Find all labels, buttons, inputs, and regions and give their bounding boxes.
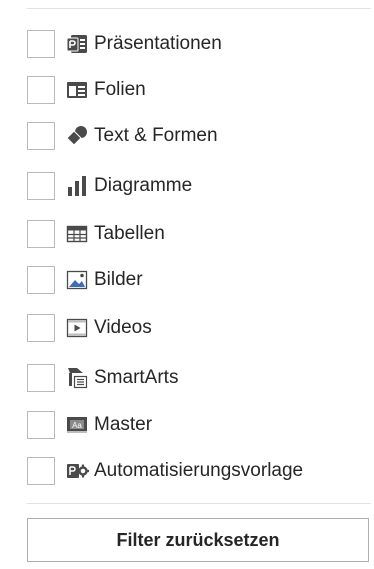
master-checkbox[interactable] bbox=[27, 411, 55, 439]
master-label: Master bbox=[94, 414, 153, 435]
filter-item-charts[interactable]: Diagramme bbox=[27, 171, 192, 201]
tables-label: Tabellen bbox=[94, 223, 165, 244]
filter-item-pictures[interactable]: Bilder bbox=[27, 265, 143, 295]
bottom-divider bbox=[27, 503, 371, 504]
presentations-label: Präsentationen bbox=[94, 33, 222, 54]
pictures-label: Bilder bbox=[94, 269, 143, 290]
filter-item-master[interactable]: Aa Master bbox=[27, 410, 152, 440]
automation-template-label: Automatisierungsvorlage bbox=[94, 460, 304, 481]
svg-text:Aa: Aa bbox=[72, 421, 82, 430]
charts-label: Diagramme bbox=[94, 175, 193, 196]
filter-item-smartarts[interactable]: SmartArts bbox=[27, 363, 178, 393]
reset-filter-button[interactable]: Filter zurücksetzen bbox=[27, 518, 369, 562]
filter-item-presentations[interactable]: Präsentationen bbox=[27, 29, 222, 59]
smartart-icon bbox=[65, 366, 89, 390]
tables-checkbox[interactable] bbox=[27, 220, 55, 248]
smartarts-label: SmartArts bbox=[94, 367, 179, 388]
top-divider bbox=[27, 8, 371, 9]
video-icon bbox=[65, 316, 89, 340]
filter-item-text-shapes[interactable]: Text & Formen bbox=[27, 121, 218, 151]
table-icon bbox=[65, 222, 89, 246]
filter-item-slides[interactable]: Folien bbox=[27, 75, 146, 105]
master-icon: Aa bbox=[65, 413, 89, 437]
filter-item-automation-template[interactable]: Automatisierungsvorlage bbox=[27, 456, 303, 486]
charts-checkbox[interactable] bbox=[27, 172, 55, 200]
shapes-icon bbox=[65, 124, 89, 148]
filter-item-tables[interactable]: Tabellen bbox=[27, 219, 165, 249]
slides-checkbox[interactable] bbox=[27, 76, 55, 104]
videos-checkbox[interactable] bbox=[27, 314, 55, 342]
automation-template-icon bbox=[65, 459, 89, 483]
presentation-file-icon bbox=[65, 32, 89, 56]
bar-chart-icon bbox=[65, 174, 89, 198]
videos-label: Videos bbox=[94, 317, 152, 338]
picture-icon bbox=[65, 268, 89, 292]
text-shapes-label: Text & Formen bbox=[94, 125, 218, 146]
slide-icon bbox=[65, 78, 89, 102]
pictures-checkbox[interactable] bbox=[27, 266, 55, 294]
slides-label: Folien bbox=[94, 79, 146, 100]
filter-item-videos[interactable]: Videos bbox=[27, 313, 152, 343]
automation-template-checkbox[interactable] bbox=[27, 457, 55, 485]
smartarts-checkbox[interactable] bbox=[27, 364, 55, 392]
presentations-checkbox[interactable] bbox=[27, 30, 55, 58]
text-shapes-checkbox[interactable] bbox=[27, 122, 55, 150]
